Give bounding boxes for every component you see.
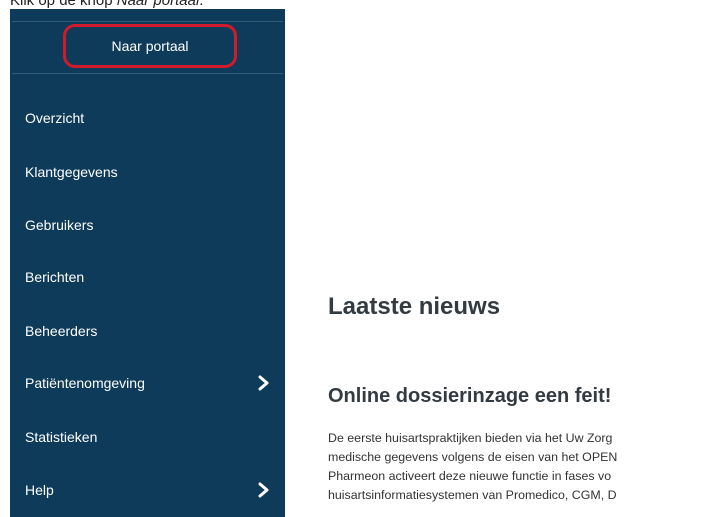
- article-text-line: medische gegevens volgens de eisen van h…: [328, 450, 618, 464]
- sidebar-item-label: Help: [25, 482, 54, 498]
- sidebar-item-statistieken[interactable]: Statistieken: [10, 417, 285, 457]
- article-text-line: De eerste huisartspraktijken bieden via …: [328, 431, 613, 445]
- sidebar-item-label: Klantgegevens: [25, 164, 118, 180]
- sidebar: Naar portaal Overzicht Klantgegevens Geb…: [10, 9, 285, 517]
- sidebar-item-label: Berichten: [25, 269, 85, 285]
- sidebar-item-klantgegevens[interactable]: Klantgegevens: [10, 152, 285, 192]
- sidebar-item-label: Statistieken: [25, 429, 98, 445]
- chevron-right-icon[interactable]: [257, 482, 271, 498]
- naar-portaal-button[interactable]: Naar portaal: [63, 24, 237, 68]
- caption-emphasis: Naar portaal: [116, 0, 200, 9]
- sidebar-item-help[interactable]: Help: [10, 470, 285, 510]
- sidebar-item-beheerders[interactable]: Beheerders: [10, 311, 285, 351]
- chevron-right-icon[interactable]: [257, 375, 271, 391]
- sidebar-item-label: Beheerders: [25, 323, 98, 339]
- article-title[interactable]: Online dossierinzage een feit!: [328, 385, 611, 408]
- article-text-line: huisartsinformatiesystemen van Promedico…: [328, 488, 617, 502]
- sidebar-item-label: Gebruikers: [25, 217, 94, 233]
- sidebar-divider-top: [12, 21, 283, 22]
- caption-prefix: Klik op de knop: [10, 0, 117, 9]
- sidebar-item-patientenomgeving[interactable]: Patiëntenomgeving: [10, 363, 285, 403]
- sidebar-item-berichten[interactable]: Berichten: [10, 257, 285, 297]
- sidebar-item-label: Overzicht: [25, 110, 85, 126]
- article-text-line: Pharmeon activeert deze nieuwe functie i…: [328, 469, 612, 483]
- sidebar-item-overzicht[interactable]: Overzicht: [10, 98, 285, 138]
- instruction-caption: Klik op de knop Naar portaal.: [10, 0, 203, 9]
- news-heading: Laatste nieuws: [328, 293, 501, 320]
- caption-suffix: .: [199, 0, 204, 9]
- sidebar-divider: [12, 73, 283, 74]
- sidebar-item-label: Patiëntenomgeving: [25, 375, 145, 391]
- sidebar-item-gebruikers[interactable]: Gebruikers: [10, 205, 285, 245]
